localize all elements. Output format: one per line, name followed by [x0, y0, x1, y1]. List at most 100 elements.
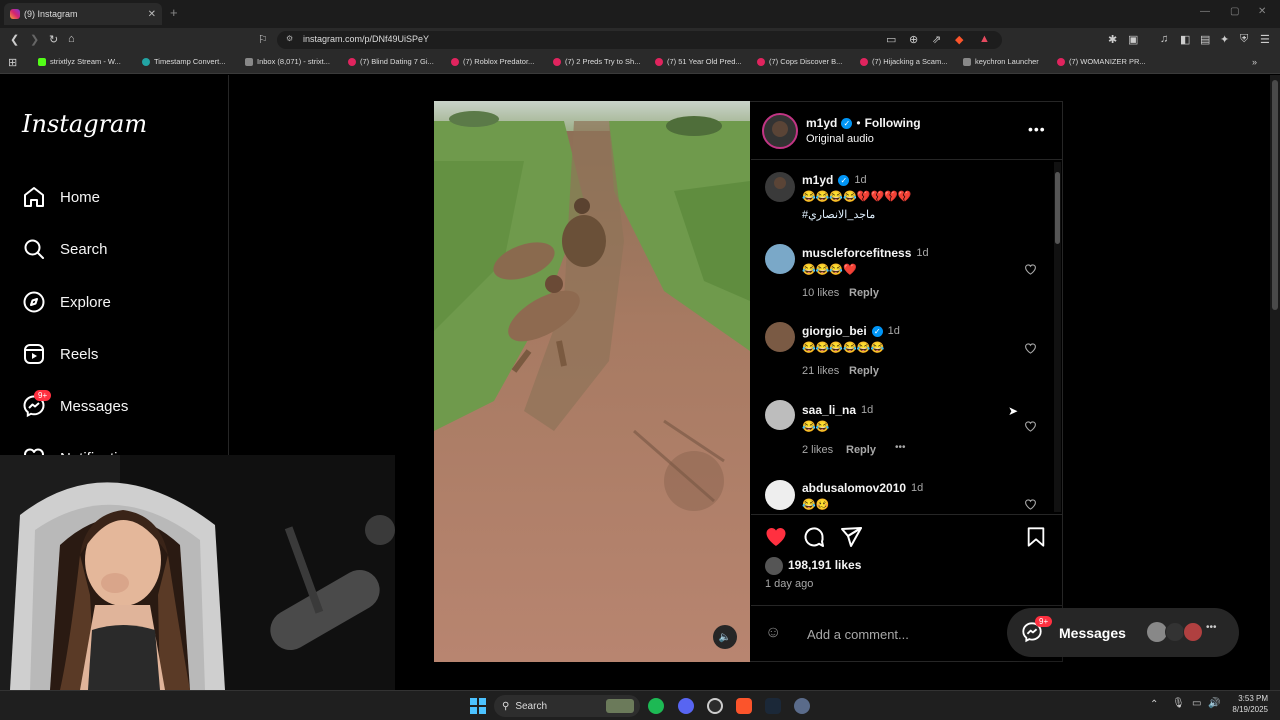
comment-username[interactable]: saa_li_na [802, 403, 856, 417]
comment-likes[interactable]: 21 likes [802, 365, 839, 377]
compass-icon [23, 291, 45, 313]
leo-icon[interactable]: ✦ [1220, 33, 1229, 46]
media-icon[interactable]: ♫ [1160, 33, 1168, 45]
author-username[interactable]: m1yd [806, 116, 837, 130]
instagram-logo[interactable]: Instagram [22, 110, 147, 138]
messages-floating-button[interactable]: 9+ Messages ••• [1007, 608, 1239, 657]
sidebar-toggle-icon[interactable]: ◧ [1180, 33, 1190, 46]
liker-avatar[interactable] [765, 557, 783, 575]
wallet-icon[interactable]: ▣ [1128, 33, 1138, 46]
share-send-icon[interactable] [839, 525, 863, 549]
comment-avatar[interactable] [765, 480, 795, 510]
spotify-icon[interactable] [648, 698, 664, 714]
follow-status-button[interactable]: Following [865, 116, 921, 130]
reply-button[interactable]: Reply [849, 365, 879, 377]
sidebar-item-search[interactable]: Search [22, 237, 108, 261]
new-tab-icon[interactable]: + [170, 5, 178, 20]
settings-gear-icon[interactable] [794, 698, 810, 714]
obs-icon[interactable] [707, 698, 723, 714]
microphone-icon[interactable]: 🎙 [1172, 698, 1185, 709]
bookmark-item[interactable]: (7) WOMANIZER PR... [1057, 57, 1146, 66]
post-time[interactable]: 1 day ago [765, 578, 813, 590]
caption-avatar[interactable] [765, 172, 795, 202]
more-options-icon[interactable]: ••• [1028, 121, 1046, 137]
clock-time[interactable]: 3:53 PM [1228, 694, 1268, 703]
reply-button[interactable]: Reply [849, 287, 879, 299]
like-comment-heart-icon[interactable] [1024, 498, 1037, 511]
sidebar-item-home[interactable]: Home [22, 185, 100, 209]
caption-username[interactable]: m1yd [802, 173, 833, 187]
home-browser-icon[interactable]: ⌂ [68, 33, 75, 45]
comment-likes[interactable]: 2 likes [802, 444, 833, 456]
like-comment-heart-icon[interactable] [1024, 263, 1037, 276]
steam-icon[interactable] [765, 698, 781, 714]
bookmark-page-icon[interactable]: ⚐ [258, 33, 268, 46]
bookmark-item[interactable]: keychron Launcher [963, 57, 1039, 66]
tabs-icon[interactable]: ▤ [1200, 33, 1210, 46]
back-icon[interactable]: ❮ [10, 33, 19, 46]
post-video[interactable]: 🔈 [434, 101, 750, 662]
page-scrollbar[interactable] [1270, 75, 1280, 690]
reply-button[interactable]: Reply [846, 444, 876, 456]
more-bookmarks-icon[interactable]: » [1252, 57, 1257, 67]
volume-icon[interactable]: 🔊 [1208, 698, 1220, 709]
like-comment-heart-icon[interactable] [1024, 342, 1037, 355]
tray-overflow-icon[interactable]: ⌃ [1150, 699, 1158, 710]
site-info-icon[interactable]: ⚙ [286, 34, 293, 43]
bookmark-item[interactable]: (7) 51 Year Old Pred... [655, 57, 742, 66]
bookmark-item[interactable]: (7) 2 Preds Try to Sh... [553, 57, 640, 66]
comment-input[interactable]: Add a comment... [807, 627, 909, 642]
clock-date[interactable]: 8/19/2025 [1222, 705, 1268, 714]
comment-avatar[interactable] [765, 244, 795, 274]
author-avatar[interactable] [762, 113, 798, 149]
comment-username[interactable]: abdusalomov2010 [802, 481, 906, 495]
zoom-icon[interactable]: ⊕ [909, 33, 918, 46]
bookmark-item[interactable]: Inbox (8,071) - strixt... [245, 57, 330, 66]
comment-options-icon[interactable]: ••• [895, 442, 906, 453]
sidebar-item-explore[interactable]: Explore [22, 290, 111, 314]
network-icon[interactable]: ▭ [1192, 698, 1201, 709]
comment-avatar[interactable] [765, 400, 795, 430]
taskbar-search[interactable]: ⚲ Search [494, 695, 640, 717]
audio-label[interactable]: Original audio [806, 133, 874, 145]
save-bookmark-icon[interactable] [1025, 525, 1047, 549]
bookmark-item[interactable]: Timestamp Convert... [142, 57, 225, 66]
bookmark-item[interactable]: (7) Roblox Predator... [451, 57, 534, 66]
comments-scrollbar[interactable] [1054, 162, 1061, 512]
caption-hashtag[interactable]: #ماجد_الانصاري [802, 208, 875, 221]
bookmark-item[interactable]: (7) Blind Dating 7 Gi... [348, 57, 434, 66]
brave-rewards-icon[interactable]: ▲ [979, 33, 990, 45]
extensions-icon[interactable]: ✱ [1108, 33, 1117, 46]
comment-avatar[interactable] [765, 322, 795, 352]
reload-icon[interactable]: ↻ [49, 33, 58, 46]
sidebar-item-reels[interactable]: Reels [22, 342, 98, 366]
apps-grid-icon[interactable]: ⊞ [8, 56, 17, 69]
comment-likes[interactable]: 10 likes [802, 287, 839, 299]
likes-count[interactable]: 198,191 likes [788, 558, 861, 572]
brave-browser-icon[interactable] [736, 698, 752, 714]
discord-icon[interactable] [678, 698, 694, 714]
comment-username[interactable]: muscleforcefitness [802, 246, 911, 260]
youtube-icon [348, 57, 356, 66]
share-icon[interactable]: ⇗ [932, 33, 941, 46]
comment-icon[interactable] [802, 525, 826, 549]
bookmark-item[interactable]: (7) Cops Discover B... [757, 57, 842, 66]
window-close-icon[interactable]: ✕ [1258, 6, 1266, 17]
tab-close-icon[interactable]: ✕ [148, 9, 156, 20]
menu-icon[interactable]: ☰ [1260, 33, 1270, 46]
emoji-picker-icon[interactable]: ☺ [765, 624, 781, 642]
page-action-icon[interactable]: ▭ [886, 33, 896, 46]
minimize-icon[interactable]: — [1200, 6, 1210, 17]
forward-icon[interactable]: ❯ [30, 33, 39, 46]
bookmark-item[interactable]: (7) Hijacking a Scam... [860, 57, 947, 66]
brave-shield-icon[interactable]: ◆ [955, 33, 963, 46]
bookmark-item[interactable]: strixtlyz Stream - W... [38, 57, 121, 66]
comment-username[interactable]: giorgio_bei [802, 324, 867, 338]
browser-tab[interactable]: (9) Instagram ✕ [4, 3, 162, 25]
maximize-icon[interactable]: ▢ [1230, 6, 1239, 17]
vpn-icon[interactable]: ⛨ [1240, 33, 1248, 46]
windows-start-icon[interactable] [470, 698, 486, 714]
like-comment-heart-icon[interactable] [1024, 420, 1037, 433]
mute-button[interactable]: 🔈 [713, 625, 737, 649]
like-heart-filled-icon[interactable] [764, 525, 788, 549]
